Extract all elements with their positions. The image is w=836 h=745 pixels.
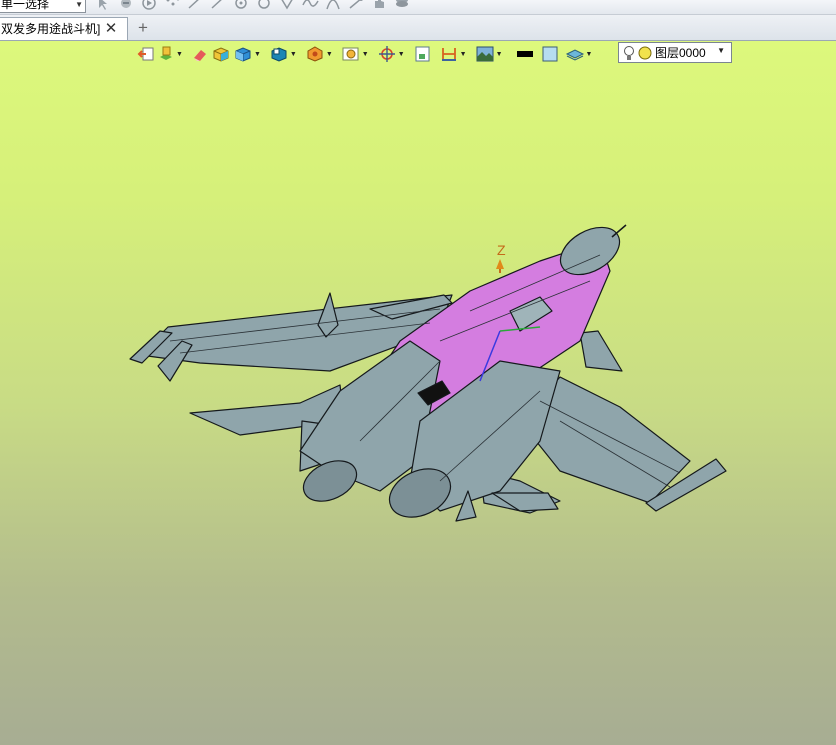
hand-icon[interactable] [370,0,389,11]
arc-icon[interactable] [324,0,343,11]
triad-z-label: Z [497,242,506,258]
curve-icon[interactable] [301,0,320,11]
circle-icon[interactable] [255,0,274,11]
snap-toolbar [94,0,412,11]
right-vertical-fin [579,330,623,372]
3d-viewport[interactable]: ▼ ▼ ▼ ▼ ▼ ▼ ▼ ▼ ▼ 图层0000 ▼ Z [0,41,836,745]
pick-cursor-icon[interactable] [94,0,113,11]
stack-icon[interactable] [393,0,412,11]
selection-filter-value: 单一选择 [1,0,50,11]
chevron-down-icon: ▼ [75,0,83,9]
vertex-icon[interactable] [278,0,297,11]
pick-filter-icon[interactable] [117,0,136,11]
document-tab-bar: 双发多用途战斗机] ✕ + [0,15,836,41]
center-point-icon[interactable] [232,0,251,11]
model-geometry [129,224,727,522]
snap-points-icon[interactable] [163,0,182,11]
tab-document[interactable]: 双发多用途战斗机] ✕ [0,17,128,40]
tangent-line-icon[interactable] [347,0,366,11]
selection-filter-dropdown[interactable]: 单一选择 ▼ [0,0,86,13]
pen-line-icon[interactable] [209,0,228,11]
fighter-jet-model[interactable]: Z [0,41,836,745]
tab-document-label: 双发多用途战斗机] [1,22,101,36]
play-icon[interactable] [140,0,159,11]
selection-bar: 单一选择 ▼ [0,0,836,15]
close-icon[interactable]: ✕ [103,18,119,40]
add-tab-button[interactable]: + [135,17,151,39]
line-icon[interactable] [186,0,205,11]
